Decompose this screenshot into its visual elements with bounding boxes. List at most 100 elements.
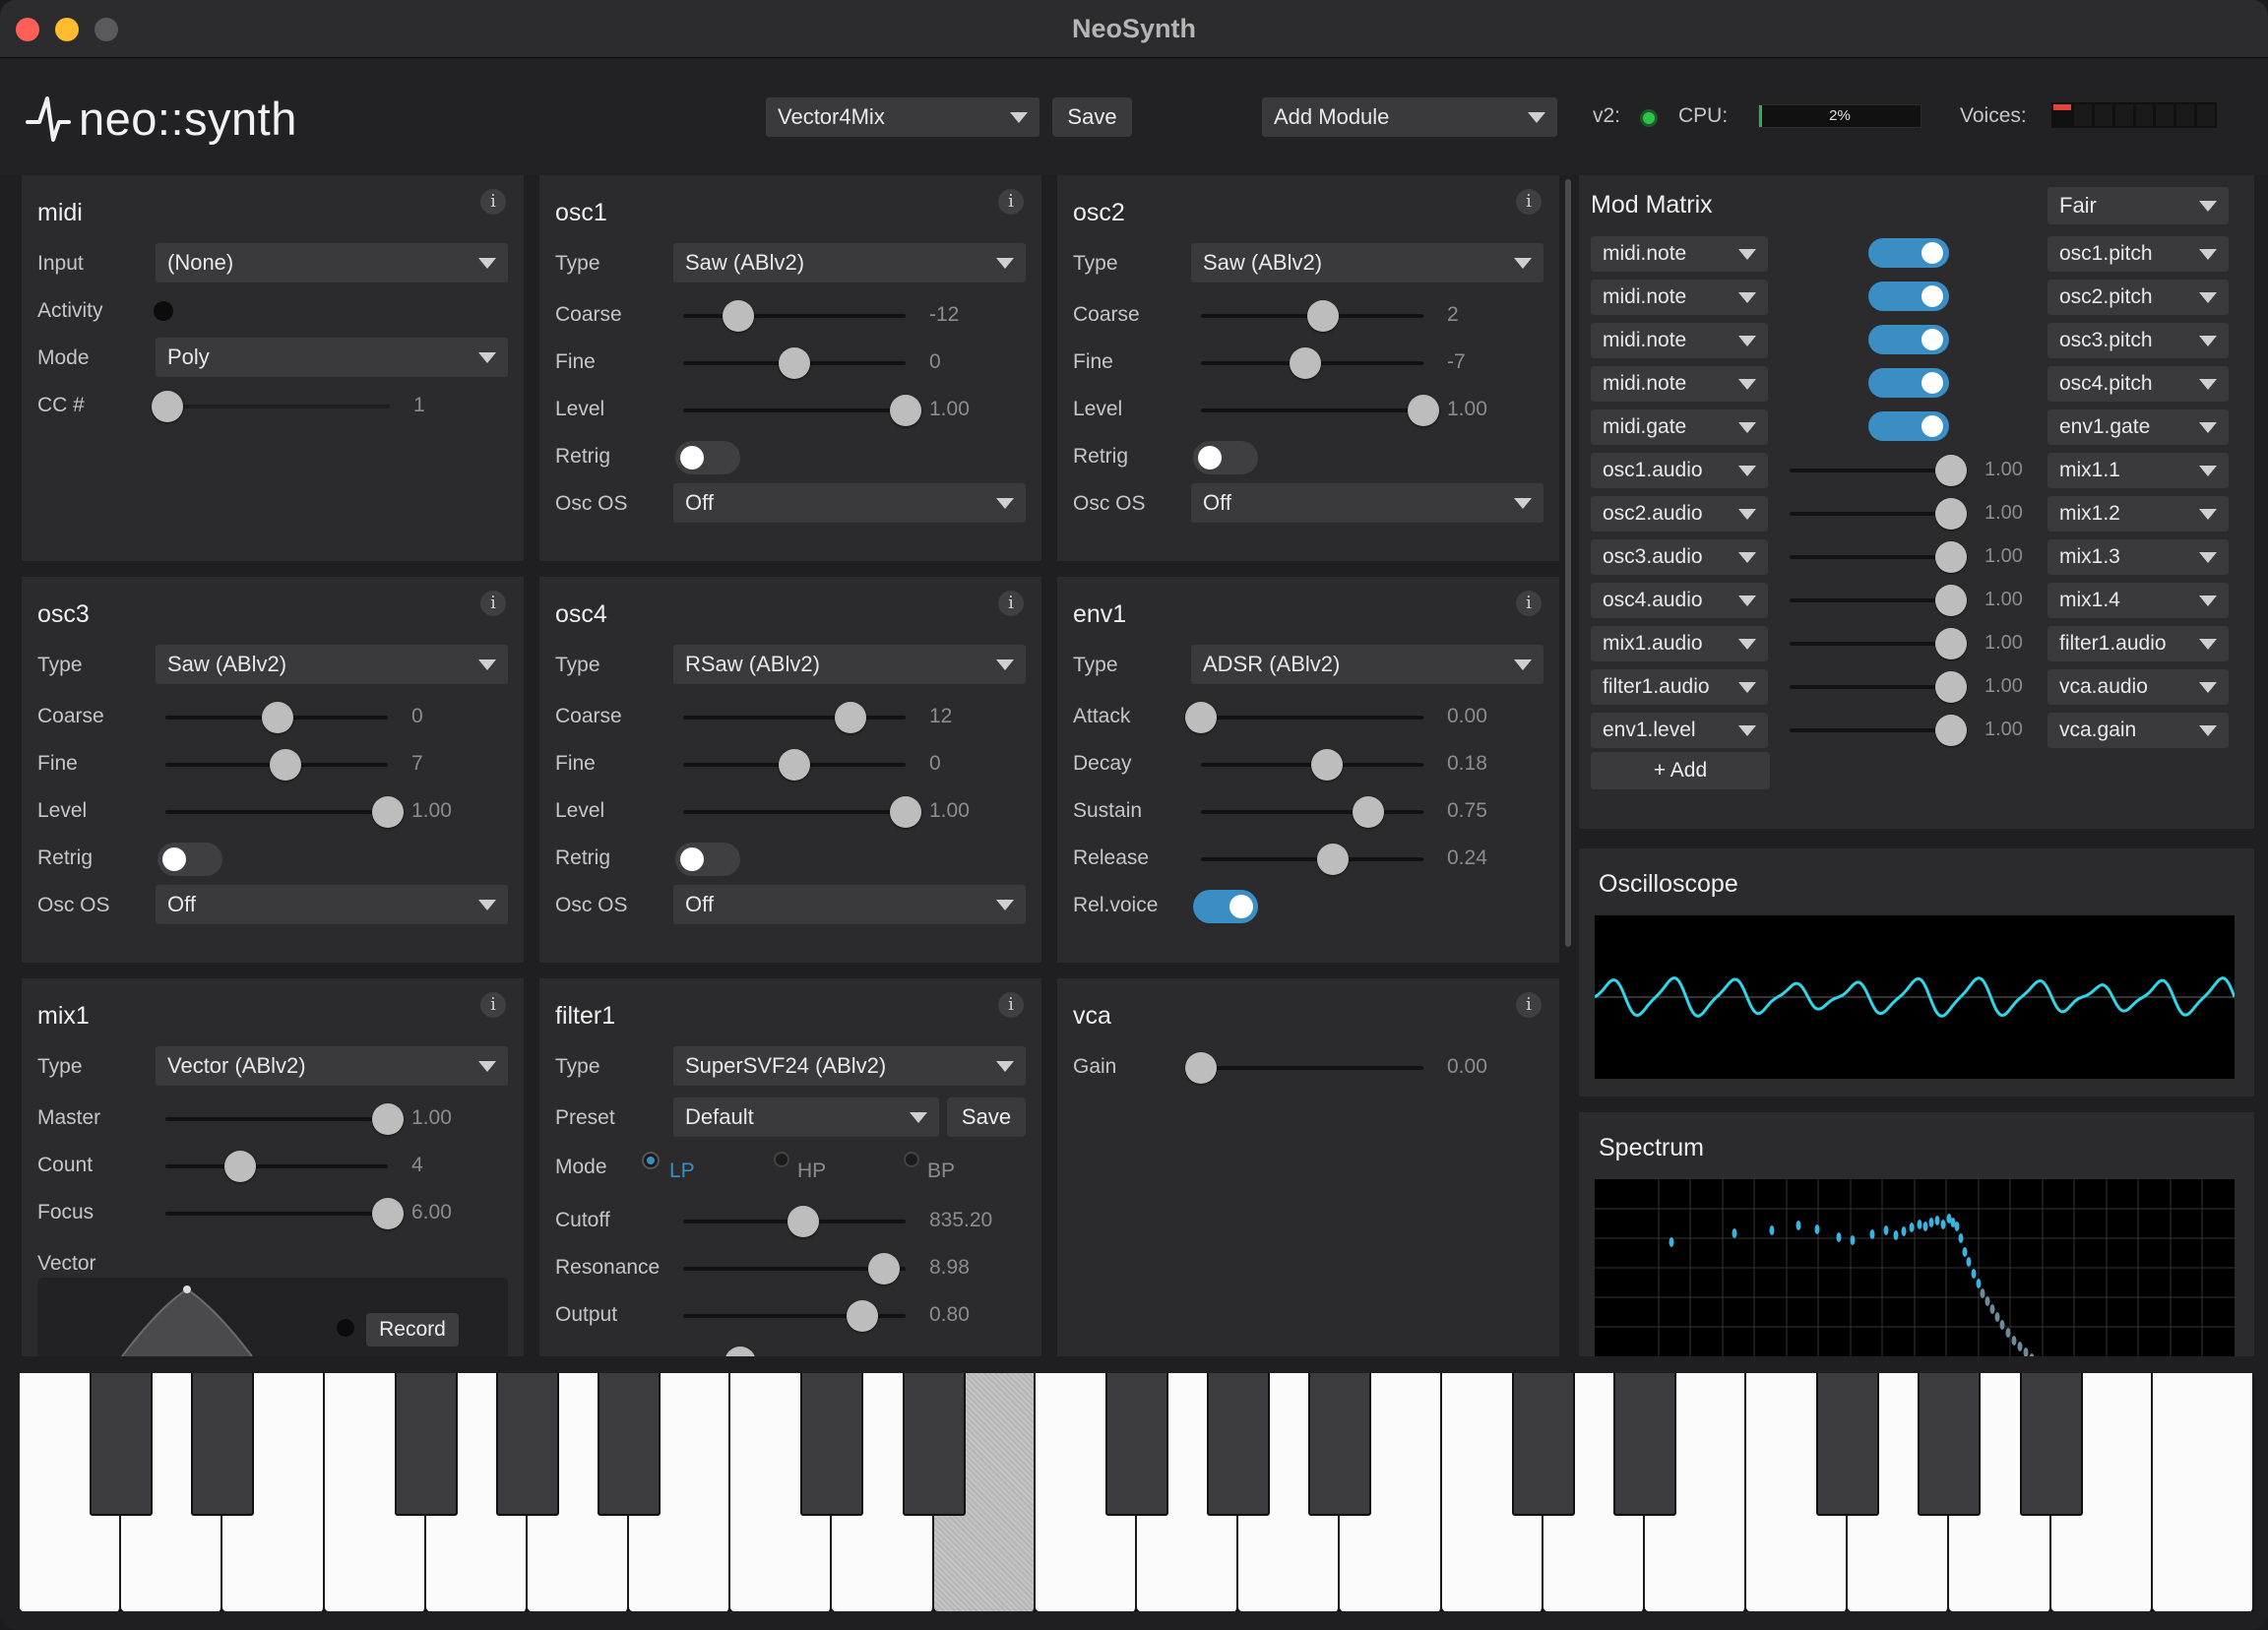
info-icon[interactable]: i	[1516, 992, 1542, 1018]
black-key[interactable]	[1308, 1373, 1372, 1516]
info-icon[interactable]: i	[1516, 189, 1542, 215]
info-icon[interactable]: i	[998, 189, 1024, 215]
coarse-slider-knob[interactable]	[1307, 300, 1339, 332]
mod-enable-toggle[interactable]	[1868, 368, 1949, 398]
mod-destination-dropdown[interactable]: filter1.audio	[2048, 626, 2229, 661]
level-slider-knob[interactable]	[890, 796, 921, 828]
mod-source-dropdown[interactable]: osc3.audio	[1591, 539, 1768, 575]
filter1-preset-save-button[interactable]: Save	[947, 1097, 1026, 1137]
info-icon[interactable]: i	[480, 992, 506, 1018]
osc1-os-dropdown[interactable]: Off	[673, 483, 1026, 523]
black-key[interactable]	[1511, 1373, 1575, 1516]
mod-amount-slider-track[interactable]	[1790, 598, 1935, 602]
osc3-type-dropdown[interactable]: Saw (ABlv2)	[156, 645, 508, 684]
release-slider-knob[interactable]	[1317, 844, 1349, 875]
cc-slider-track[interactable]	[167, 405, 390, 408]
info-icon[interactable]: i	[1516, 591, 1542, 616]
level-slider-track[interactable]	[1201, 408, 1423, 412]
mod-amount-slider-track[interactable]	[1790, 469, 1935, 472]
attack-slider-track[interactable]	[1201, 716, 1423, 720]
mod-amount-slider-knob[interactable]	[1935, 455, 1967, 486]
mod-enable-toggle[interactable]	[1868, 411, 1949, 441]
focus-slider-knob[interactable]	[372, 1198, 404, 1229]
mod-source-dropdown[interactable]: midi.note	[1591, 366, 1768, 402]
mod-source-dropdown[interactable]: midi.note	[1591, 236, 1768, 272]
bp-radio-label[interactable]: BP	[927, 1160, 955, 1183]
release-slider-track[interactable]	[1201, 857, 1423, 861]
black-key[interactable]	[394, 1373, 458, 1516]
black-key[interactable]	[495, 1373, 559, 1516]
lp-radio-label[interactable]: LP	[669, 1160, 695, 1183]
resonance-slider-knob[interactable]	[868, 1253, 900, 1285]
retrig-toggle[interactable]	[675, 441, 740, 474]
mod-amount-slider-knob[interactable]	[1935, 498, 1967, 530]
env1-type-dropdown[interactable]: ADSR (ABlv2)	[1191, 645, 1544, 684]
gain-slider-track[interactable]	[1201, 1066, 1423, 1070]
midi-input-dropdown[interactable]: (None)	[156, 243, 508, 282]
mod-amount-slider-track[interactable]	[1790, 512, 1935, 516]
coarse-slider-track[interactable]	[683, 314, 906, 318]
level-slider-track[interactable]	[683, 408, 906, 412]
sustain-slider-knob[interactable]	[1353, 796, 1384, 828]
info-icon[interactable]: i	[480, 591, 506, 616]
black-key[interactable]	[800, 1373, 864, 1516]
level-slider-knob[interactable]	[890, 395, 921, 426]
mix1-type-dropdown[interactable]: Vector (ABlv2)	[156, 1046, 508, 1086]
mod-destination-dropdown[interactable]: osc3.pitch	[2048, 323, 2229, 358]
scrollbar[interactable]	[1565, 179, 1571, 947]
lp-radio[interactable]	[642, 1152, 660, 1169]
mod-source-dropdown[interactable]: midi.note	[1591, 280, 1768, 315]
level-slider-track[interactable]	[683, 810, 906, 814]
coarse-slider-track[interactable]	[683, 716, 906, 720]
count-slider-track[interactable]	[165, 1164, 388, 1168]
mod-source-dropdown[interactable]: osc1.audio	[1591, 453, 1768, 488]
white-key[interactable]	[2152, 1373, 2254, 1611]
mod-destination-dropdown[interactable]: vca.audio	[2048, 669, 2229, 705]
filter1-preset-dropdown[interactable]: Default	[673, 1097, 939, 1137]
osc4-os-dropdown[interactable]: Off	[673, 885, 1026, 924]
black-key[interactable]	[1816, 1373, 1880, 1516]
mod-amount-slider-track[interactable]	[1790, 685, 1935, 689]
midi-mode-dropdown[interactable]: Poly	[156, 338, 508, 377]
mod-source-dropdown[interactable]: osc2.audio	[1591, 496, 1768, 532]
coarse-slider-knob[interactable]	[835, 702, 866, 733]
master-slider-knob[interactable]	[372, 1103, 404, 1135]
mod-amount-slider-knob[interactable]	[1935, 628, 1967, 659]
mod-amount-slider-knob[interactable]	[1935, 541, 1967, 573]
mod-amount-slider-track[interactable]	[1790, 728, 1935, 732]
mod-destination-dropdown[interactable]: osc1.pitch	[2048, 236, 2229, 272]
filter1-type-dropdown[interactable]: SuperSVF24 (ABlv2)	[673, 1046, 1026, 1086]
output-slider-knob[interactable]	[847, 1300, 878, 1332]
mod-source-dropdown[interactable]: osc4.audio	[1591, 583, 1768, 618]
retrig-toggle[interactable]	[1193, 441, 1258, 474]
hp-radio[interactable]	[774, 1152, 789, 1167]
fine-slider-knob[interactable]	[1290, 347, 1321, 379]
mod-amount-slider-knob[interactable]	[1935, 671, 1967, 703]
mod-source-dropdown[interactable]: mix1.audio	[1591, 626, 1768, 661]
preset-save-button[interactable]: Save	[1052, 97, 1132, 137]
mod-amount-slider-knob[interactable]	[1935, 585, 1967, 616]
coarse-slider-knob[interactable]	[723, 300, 754, 332]
count-slider-knob[interactable]	[224, 1151, 256, 1182]
level-slider-track[interactable]	[165, 810, 388, 814]
cc-slider-knob[interactable]	[152, 391, 183, 422]
osc2-type-dropdown[interactable]: Saw (ABlv2)	[1191, 243, 1544, 282]
retrig-toggle[interactable]	[158, 843, 222, 876]
mod-destination-dropdown[interactable]: mix1.3	[2048, 539, 2229, 575]
black-key[interactable]	[2019, 1373, 2083, 1516]
mod-enable-toggle[interactable]	[1868, 325, 1949, 354]
coarse-slider-knob[interactable]	[262, 702, 293, 733]
osc3-os-dropdown[interactable]: Off	[156, 885, 508, 924]
mod-destination-dropdown[interactable]: osc2.pitch	[2048, 280, 2229, 315]
black-key[interactable]	[902, 1373, 966, 1516]
black-key[interactable]	[1612, 1373, 1676, 1516]
info-icon[interactable]: i	[998, 992, 1024, 1018]
record-button[interactable]: Record	[366, 1313, 459, 1347]
relvoice-toggle[interactable]	[1193, 890, 1258, 923]
mod-quality-dropdown[interactable]: Fair	[2048, 187, 2229, 224]
fine-slider-knob[interactable]	[270, 749, 301, 781]
preset-dropdown[interactable]: Vector4Mix	[766, 97, 1040, 137]
level-slider-knob[interactable]	[372, 796, 404, 828]
hidden-slider-knob[interactable]	[724, 1347, 756, 1356]
mod-destination-dropdown[interactable]: mix1.2	[2048, 496, 2229, 532]
